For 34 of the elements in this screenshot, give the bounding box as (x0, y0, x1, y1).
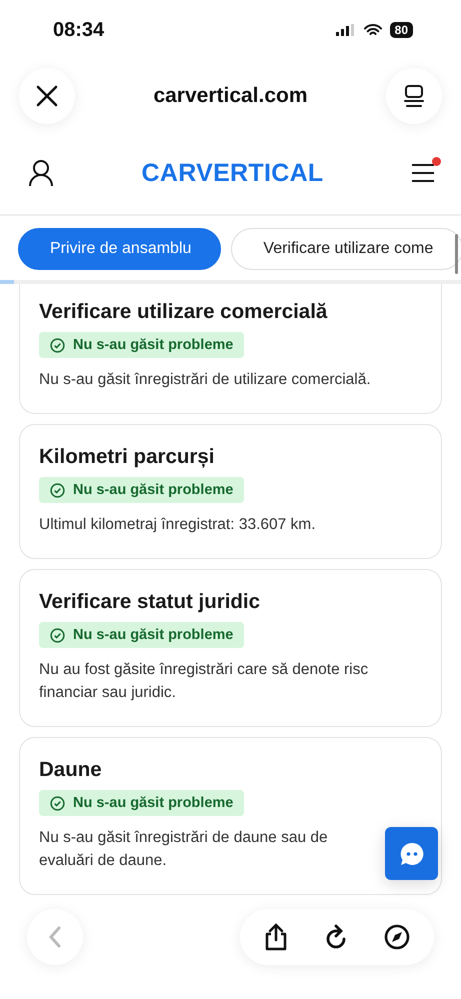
reload-icon[interactable] (324, 924, 348, 950)
tabs-icon (402, 84, 425, 108)
check-circle-icon (50, 338, 65, 352)
card-description: Ultimul kilometraj înregistrat: 33.607 km. (39, 515, 316, 535)
compass-icon[interactable] (384, 924, 410, 950)
clock-time: 08:34 (53, 18, 104, 42)
share-icon[interactable] (264, 923, 288, 951)
page-url: carvertical.com (153, 84, 308, 108)
close-icon (35, 84, 59, 108)
card-title: Verificare statut juridic (39, 590, 260, 614)
card-description: Nu s-au găsit înregistrări de daune sau de evaluări de daune. (39, 828, 328, 871)
signal-icon (336, 24, 356, 36)
section-tab[interactable]: Privire de ansamblu (18, 228, 222, 270)
chat-button[interactable] (385, 827, 438, 880)
wifi-icon (364, 24, 382, 36)
status-badge: Nu s-au găsit probleme (39, 332, 244, 358)
check-circle-icon (50, 796, 65, 810)
check-circle-icon (50, 628, 65, 642)
card-title: Verificare utilizare comercială (39, 300, 328, 324)
card-description: Nu au fost găsite înregistrări care să denote risc financiar sau juridic. (39, 660, 368, 703)
card-title: Kilometri parcurși (39, 445, 214, 469)
card-title: Daune (39, 758, 102, 782)
account-icon[interactable] (28, 159, 54, 187)
status-badge: Nu s-au găsit probleme (39, 622, 244, 648)
check-circle-icon (50, 482, 65, 498)
battery-level: 80 (390, 22, 413, 38)
card-description: Nu s-au găsit înregistrări de utilizare comercială. (39, 370, 371, 390)
section-tab[interactable]: Verificare utilizare come (231, 228, 461, 270)
status-badge: Nu s-au găsit probleme (39, 477, 244, 503)
site-logo[interactable]: CARVERTICAL (141, 158, 324, 188)
back-chevron-icon (47, 925, 63, 949)
menu-button[interactable] (410, 157, 441, 184)
menu-icon (410, 162, 435, 184)
status-badge: Nu s-au găsit probleme (39, 790, 244, 816)
